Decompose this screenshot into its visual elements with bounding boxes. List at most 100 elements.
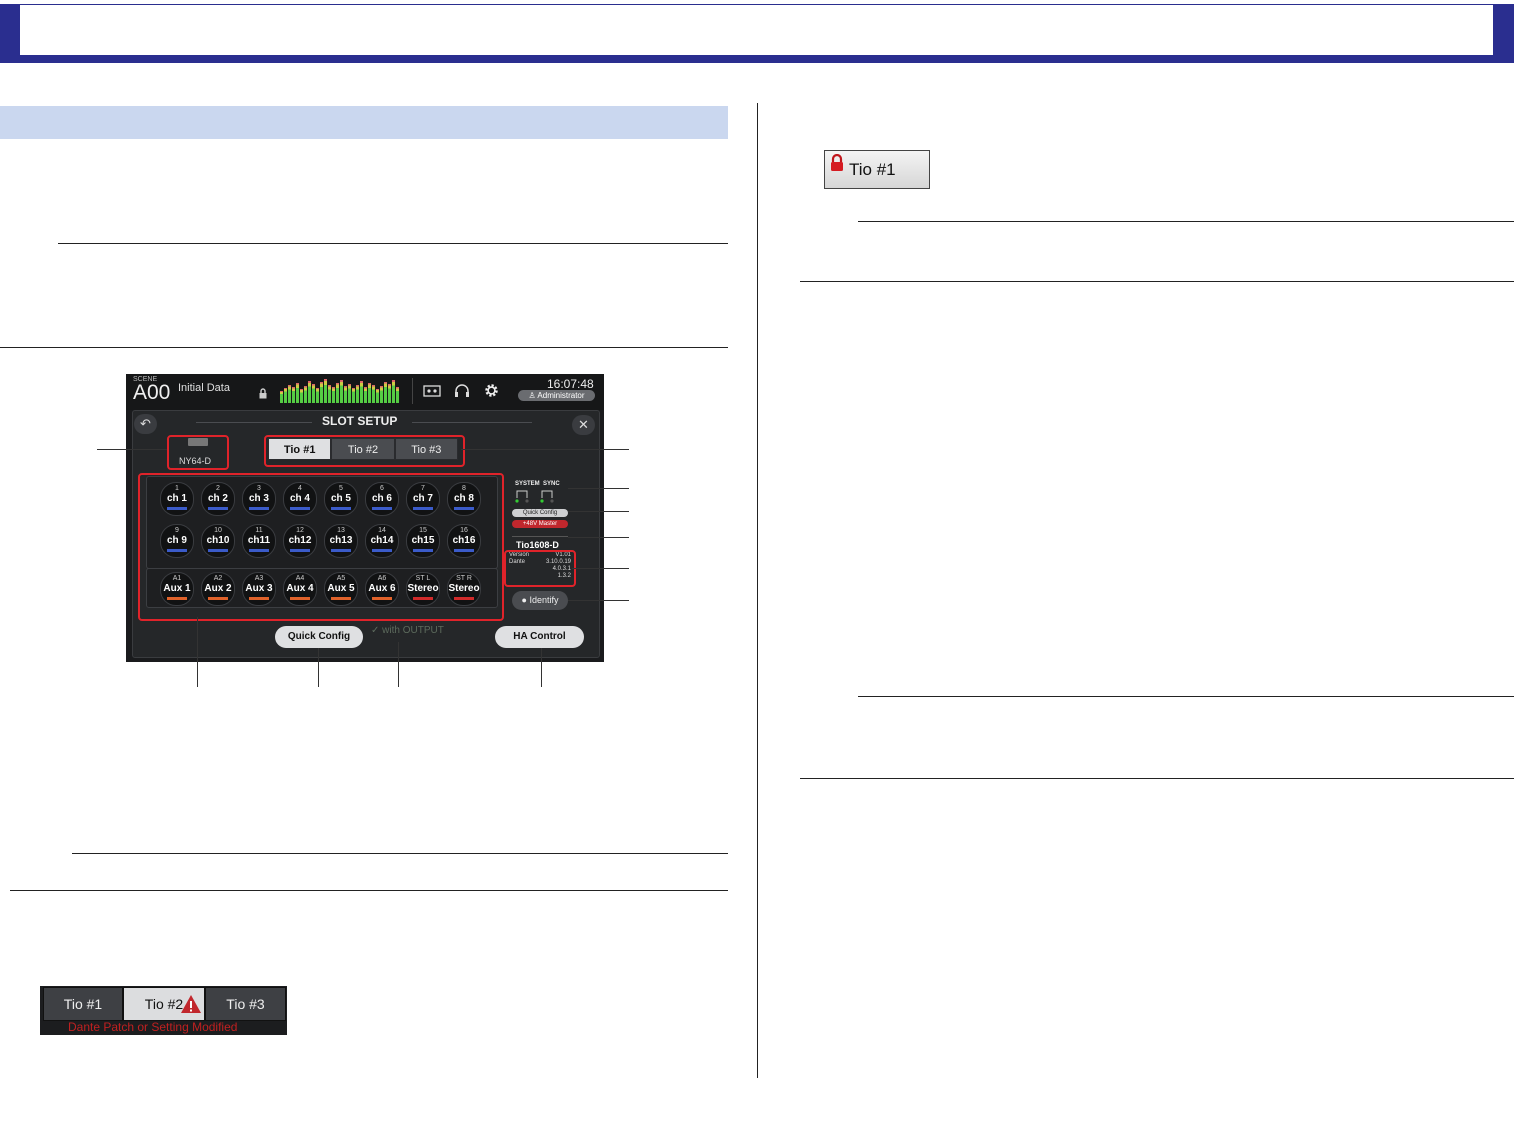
note-rule (858, 696, 1514, 697)
model-name: Tio1608-D (516, 540, 559, 550)
meter-bar (304, 386, 307, 403)
meter-bar (384, 382, 387, 403)
clock: 16:07:48 (547, 377, 594, 391)
ha-control-button[interactable]: HA Control (495, 626, 584, 648)
callout-line (572, 568, 629, 569)
callout-line (568, 511, 629, 512)
headphones-icon[interactable] (454, 383, 470, 398)
meter-bar (292, 387, 295, 403)
tab-tio-1[interactable]: Tio #1 (43, 987, 123, 1021)
meter-bar (376, 389, 379, 403)
lock-icon (831, 154, 843, 171)
callout-line (568, 537, 629, 538)
section-heading-band (0, 106, 728, 139)
meter-bar (284, 388, 287, 403)
header-bar-left (0, 4, 20, 56)
callout-box-card (167, 435, 229, 470)
meter-bar (396, 387, 399, 403)
meter-bar (308, 381, 311, 403)
meter-bar (288, 385, 291, 403)
locked-tab-example: Tio #1 (824, 150, 930, 189)
meter-bar (316, 388, 319, 403)
meter-bar (320, 382, 323, 403)
scene-number[interactable]: A00 (133, 381, 170, 405)
lock-icon[interactable] (259, 388, 267, 399)
meter-bar (352, 388, 355, 403)
dialog-title: SLOT SETUP (322, 414, 398, 428)
quick-config-indicator: Quick Config (512, 509, 568, 517)
callout-line (97, 449, 167, 450)
callout-box-channels (138, 473, 504, 621)
recorder-icon[interactable] (423, 385, 441, 397)
meter-bar (364, 387, 367, 403)
divider (512, 536, 568, 537)
close-button[interactable]: ✕ (572, 415, 595, 435)
meter-bar (356, 385, 359, 403)
modified-warning: Dante Patch or Setting Modified (68, 1020, 238, 1034)
header-bar-right (1493, 4, 1514, 56)
quick-config-button[interactable]: Quick Config (275, 626, 363, 648)
note-rule (58, 243, 728, 244)
callout-line (197, 617, 198, 687)
close-icon: ✕ (578, 417, 589, 432)
level-meters[interactable] (280, 378, 405, 403)
section-rule (10, 890, 728, 891)
meter-bar (360, 381, 363, 403)
section-rule (800, 778, 1514, 779)
meter-bar (368, 383, 371, 403)
meter-bar (336, 383, 339, 403)
callout-line (568, 600, 629, 601)
user-name: Administrator (537, 391, 585, 400)
user-badge[interactable]: ♙ Administrator (518, 390, 595, 401)
check-icon: ✓ (371, 625, 383, 636)
with-output-checkbox[interactable]: ✓ with OUTPUT (371, 625, 444, 636)
modified-tab-strip: Tio #1 Tio #2 Tio #3 Dante Patch or Sett… (40, 986, 287, 1035)
scene-name[interactable]: Initial Data (178, 382, 230, 394)
status-indicators (515, 490, 554, 503)
callout-line (398, 642, 399, 687)
system-label: SYSTEM (515, 481, 540, 487)
meter-bar (312, 384, 315, 403)
title-line-left (196, 422, 312, 423)
warning-icon (181, 995, 201, 1013)
meter-bar (348, 384, 351, 403)
tab-tio-3[interactable]: Tio #3 (205, 987, 286, 1021)
back-button[interactable]: ↶ (134, 414, 157, 434)
phantom-master-indicator: +48V Master (512, 520, 568, 528)
meter-bar (328, 385, 331, 403)
header-bar-bottom (0, 55, 1514, 63)
meter-bar (372, 385, 375, 403)
back-icon: ↶ (140, 416, 151, 431)
identify-button[interactable]: ● Identify (512, 591, 568, 610)
meter-bar (296, 383, 299, 403)
meter-bar (300, 389, 303, 403)
tab-tio-2-label: Tio #2 (144, 996, 184, 1012)
meter-bar (380, 386, 383, 403)
callout-line (461, 449, 629, 450)
header-bar-top-line (20, 4, 1493, 5)
identify-label: Identify (529, 595, 559, 605)
callout-line (541, 648, 542, 687)
locked-tab-label: Tio #1 (849, 160, 896, 179)
sync-label: SYNC (543, 481, 560, 487)
meter-bar (324, 379, 327, 403)
meter-bar (344, 386, 347, 403)
note-rule (72, 853, 728, 854)
callout-box-tabs (264, 435, 465, 467)
meter-bar (332, 387, 335, 403)
gear-icon[interactable] (483, 382, 500, 399)
note-rule (858, 221, 1514, 222)
section-rule (800, 281, 1514, 282)
column-divider (757, 103, 758, 1078)
with-output-label: with OUTPUT (382, 625, 444, 636)
callout-box-version (504, 550, 576, 587)
callout-line (568, 488, 629, 489)
meter-bar (388, 384, 391, 403)
callout-line (318, 648, 319, 687)
status-labels: SYSTEM SYNC (515, 481, 560, 487)
divider (412, 378, 413, 404)
meter-bar (340, 380, 343, 403)
section-rule (0, 347, 728, 348)
meter-bar (280, 391, 283, 403)
title-line-right (412, 422, 532, 423)
